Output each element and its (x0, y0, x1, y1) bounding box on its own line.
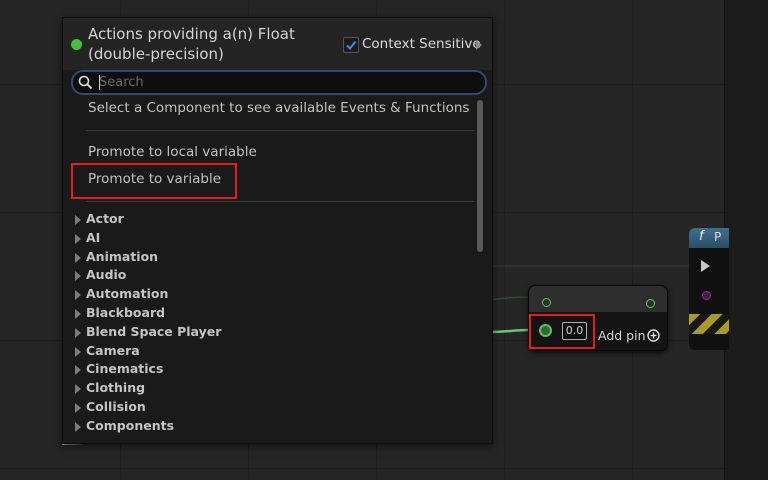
function-node-title: P (714, 230, 722, 244)
scrollbar-thumb[interactable] (477, 100, 483, 252)
expand-triangle-icon[interactable] (75, 384, 81, 394)
text-caret (99, 75, 100, 90)
chevron-right-icon[interactable] (476, 40, 482, 50)
float-wire-in (489, 328, 529, 334)
actions-menu: Actions providing a(n) Float (double-pre… (62, 17, 493, 444)
expand-triangle-icon[interactable] (75, 215, 81, 225)
function-node-header[interactable]: f P (689, 228, 729, 248)
expand-triangle-icon[interactable] (75, 234, 81, 244)
output-pin[interactable] (646, 299, 655, 308)
search-box[interactable] (71, 70, 487, 95)
add-pin-label[interactable]: Add pin (598, 328, 646, 343)
search-icon (78, 75, 93, 90)
development-only-stripe (689, 314, 729, 334)
add-pin-icon[interactable] (647, 329, 660, 342)
context-sensitive-checkbox[interactable] (343, 37, 359, 53)
function-node[interactable]: f P (689, 228, 729, 350)
function-icon: f (699, 229, 704, 244)
checkbox-check-icon (346, 40, 357, 51)
pin-highlight-box (529, 314, 595, 349)
divider (86, 201, 474, 202)
search-input[interactable] (99, 73, 469, 92)
expand-triangle-icon[interactable] (75, 347, 81, 357)
expand-triangle-icon[interactable] (75, 403, 81, 413)
divider (86, 130, 474, 131)
promote-local-variable-item[interactable]: Promote to local variable (88, 144, 257, 160)
expand-triangle-icon[interactable] (75, 253, 81, 263)
function-input-pin[interactable] (702, 291, 711, 300)
float-type-dot (71, 39, 82, 50)
context-sensitive-label[interactable]: Context Sensitive (362, 36, 481, 52)
expand-triangle-icon[interactable] (75, 271, 81, 281)
menu-title: Actions providing a(n) Float (double-pre… (88, 25, 295, 63)
action-highlight-box (71, 163, 237, 199)
expand-triangle-icon[interactable] (75, 328, 81, 338)
input-pin-top[interactable] (542, 298, 551, 307)
dim-wire (489, 296, 529, 301)
expand-triangle-icon[interactable] (75, 309, 81, 319)
menu-header: Actions providing a(n) Float (double-pre… (63, 18, 492, 70)
exec-pin-icon[interactable] (701, 260, 710, 272)
expand-triangle-icon[interactable] (75, 365, 81, 375)
component-hint: Select a Component to see available Even… (88, 100, 470, 116)
expand-triangle-icon[interactable] (75, 290, 81, 300)
expand-triangle-icon[interactable] (75, 422, 81, 432)
